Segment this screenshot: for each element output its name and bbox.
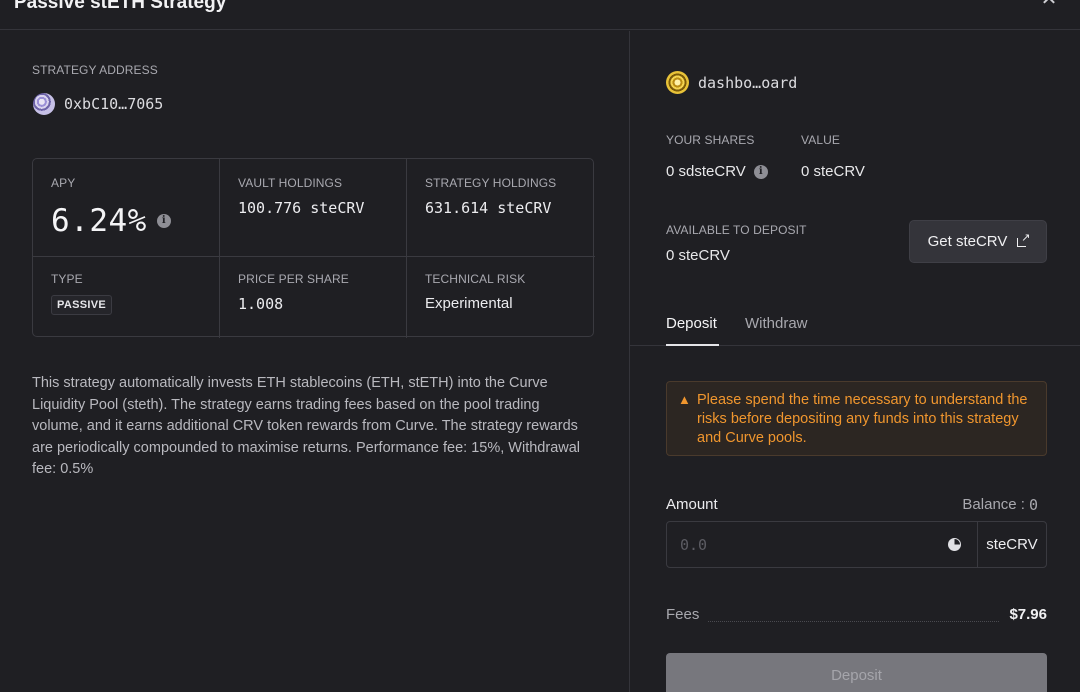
tab-deposit[interactable]: Deposit <box>666 315 717 332</box>
get-stecrv-label: Get steCRV <box>927 233 1008 250</box>
amount-input[interactable] <box>667 522 948 567</box>
balance-value: 0 <box>1028 496 1038 514</box>
apy-value: 6.24% <box>51 203 147 239</box>
available-to-deposit-value: 0 steCRV <box>666 247 730 264</box>
account-identity[interactable]: dashbo…oard <box>666 71 797 94</box>
risk-warning-text: Please spend the time necessary to under… <box>697 392 1028 446</box>
balance: Balance : 0 <box>962 496 1038 514</box>
fees-row: Fees $7.96 <box>666 606 1047 626</box>
stat-type: TYPE PASSIVE <box>33 257 220 338</box>
active-tab-indicator <box>666 344 719 346</box>
price-per-share-value: 1.008 <box>238 295 284 313</box>
tab-withdraw[interactable]: Withdraw <box>745 315 808 332</box>
strategy-address[interactable]: 0xbC10…7065 <box>33 93 163 115</box>
type-label: TYPE <box>51 272 83 286</box>
page-title: Passive stETH Strategy <box>14 0 227 13</box>
amount-label: Amount <box>666 496 718 513</box>
account-name: dashbo…oard <box>698 73 798 92</box>
stat-vault-holdings: VAULT HOLDINGS 100.776 steCRV <box>220 159 407 257</box>
external-link-icon <box>1017 231 1030 247</box>
amount-field: steCRV <box>666 521 1047 568</box>
strategy-address-text: 0xbC10…7065 <box>64 95 164 113</box>
fees-leader <box>708 621 999 622</box>
strategy-description: This strategy automatically invests ETH … <box>32 375 581 477</box>
account-panel: dashbo…oard YOUR SHARES VALUE 0 sdsteCRV… <box>630 31 1080 692</box>
modal-header: Passive stETH Strategy ✕ <box>0 0 1080 30</box>
price-per-share-label: PRICE PER SHARE <box>238 272 349 286</box>
apy-label: APY <box>51 176 76 190</box>
address-avatar-icon <box>33 93 55 115</box>
strategy-address-label: STRATEGY ADDRESS <box>32 63 158 77</box>
your-shares: 0 sdsteCRV i <box>666 163 768 180</box>
your-shares-value: 0 sdsteCRV <box>666 163 746 180</box>
info-icon[interactable]: i <box>753 164 768 179</box>
fees-label: Fees <box>666 606 700 623</box>
amount-unit: steCRV <box>977 522 1046 567</box>
vault-holdings-value: 100.776 steCRV <box>238 199 365 217</box>
deposit-button[interactable]: Deposit <box>666 653 1047 692</box>
value-label: VALUE <box>801 133 840 147</box>
stat-strategy-holdings: STRATEGY HOLDINGS 631.614 steCRV <box>407 159 595 257</box>
deposit-withdraw-tabs: Deposit Withdraw <box>630 301 1080 346</box>
info-icon[interactable]: i <box>156 214 171 228</box>
strategy-panel: STRATEGY ADDRESS 0xbC10…7065 APY 6.24% i… <box>0 31 629 692</box>
stat-technical-risk: TECHNICAL RISK Experimental <box>407 257 595 338</box>
warning-triangle-icon: ▲ <box>678 392 691 407</box>
balance-label: Balance : <box>962 496 1025 513</box>
close-icon[interactable]: ✕ <box>1040 0 1058 9</box>
your-shares-label: YOUR SHARES <box>666 133 755 147</box>
strategy-stats-grid: APY 6.24% i VAULT HOLDINGS 100.776 steCR… <box>32 158 595 338</box>
account-avatar-icon <box>666 71 689 94</box>
stat-price-per-share: PRICE PER SHARE 1.008 <box>220 257 407 338</box>
max-amount-icon[interactable] <box>948 538 961 551</box>
fees-value: $7.96 <box>1009 606 1047 623</box>
available-to-deposit-label: AVAILABLE TO DEPOSIT <box>666 223 807 237</box>
strategy-holdings-label: STRATEGY HOLDINGS <box>425 176 557 190</box>
stat-apy: APY 6.24% i <box>33 159 220 257</box>
vault-holdings-label: VAULT HOLDINGS <box>238 176 343 190</box>
type-badge: PASSIVE <box>51 295 112 315</box>
risk-warning: ▲ Please spend the time necessary to und… <box>666 381 1047 456</box>
technical-risk-value: Experimental <box>425 295 513 312</box>
value-value: 0 steCRV <box>801 163 865 180</box>
get-stecrv-button[interactable]: Get steCRV <box>909 220 1047 263</box>
technical-risk-label: TECHNICAL RISK <box>425 272 526 286</box>
strategy-holdings-value: 631.614 steCRV <box>425 199 552 217</box>
